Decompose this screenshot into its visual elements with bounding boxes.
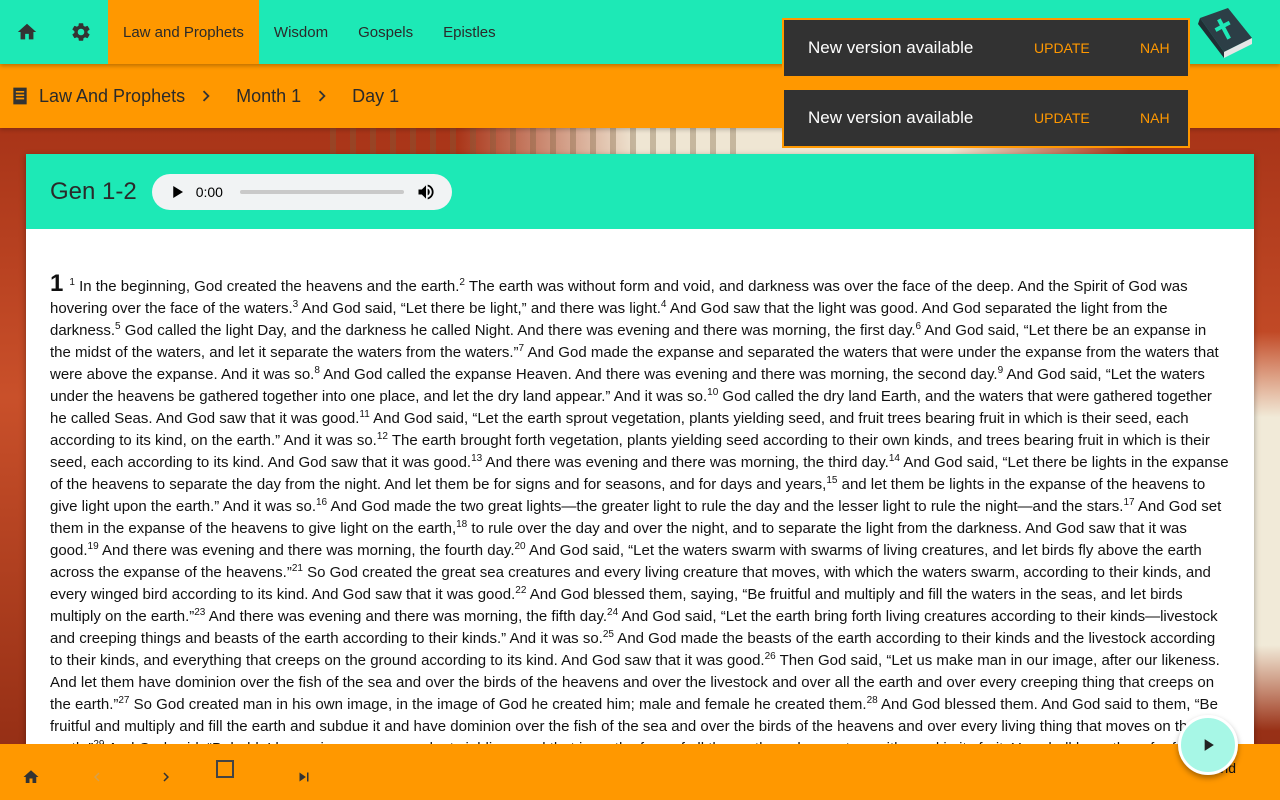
verse-number: 17 [1123, 497, 1135, 508]
verse-number: 13 [471, 453, 483, 464]
verse-text: And God said, “Let there be light,” and … [298, 300, 661, 317]
bottom-bar: and [0, 744, 1280, 800]
update-snackbar: New version available UPDATE NAH [782, 88, 1190, 148]
chevron-left-icon[interactable] [85, 765, 109, 789]
card-header: Gen 1-2 0:00 [26, 154, 1254, 229]
verse-text: So God created man in his own image, in … [129, 696, 867, 713]
update-button[interactable]: UPDATE [1034, 40, 1116, 56]
tab-law-and-prophets[interactable]: Law and Prophets [108, 0, 259, 64]
verse-number: 27 [118, 695, 130, 706]
verse-number: 16 [316, 497, 328, 508]
chevron-right-icon [311, 85, 333, 107]
chevron-right-icon[interactable] [154, 765, 178, 789]
play-icon[interactable] [168, 183, 186, 201]
verse-number: 21 [291, 563, 303, 574]
dismiss-button[interactable]: NAH [1140, 40, 1170, 56]
verse-number: 18 [456, 519, 468, 530]
breadcrumb-month[interactable]: Month 1 [236, 86, 301, 107]
breadcrumb-day[interactable]: Day 1 [352, 86, 399, 107]
tab-epistles[interactable]: Epistles [428, 0, 511, 64]
verse-number: 11 [359, 409, 370, 420]
verse-number: 22 [515, 585, 527, 596]
verse-text: And there was evening and there was morn… [98, 542, 515, 559]
dismiss-button[interactable]: NAH [1140, 110, 1170, 126]
play-icon [1204, 739, 1214, 751]
audio-seek-slider[interactable] [239, 189, 404, 194]
verse-number: 25 [602, 629, 614, 640]
play-fab-button[interactable] [1178, 715, 1238, 775]
verse-number: 12 [376, 431, 388, 442]
reading-card: Gen 1-2 0:00 11 In the beginning, God cr… [26, 154, 1254, 800]
passage-text: 11 In the beginning, God created the hea… [26, 229, 1254, 760]
verse-text: God called the light Day, and the darkne… [120, 322, 916, 339]
mark-read-checkbox[interactable] [216, 760, 234, 778]
verse-text: And God called the expanse Heaven. And t… [319, 366, 998, 383]
audio-player: 0:00 [151, 173, 452, 210]
verse-number: 28 [866, 695, 878, 706]
verse-number: 26 [764, 651, 776, 662]
chapter-number: 1 [50, 270, 64, 297]
verse-text: And there was evening and there was morn… [205, 608, 608, 625]
snackbar-message: New version available [808, 108, 974, 127]
passage-title: Gen 1-2 [50, 177, 137, 205]
tab-wisdom[interactable]: Wisdom [259, 0, 343, 64]
verse-number: 14 [888, 453, 900, 464]
home-icon[interactable] [0, 0, 54, 64]
skip-next-icon[interactable] [292, 765, 316, 789]
verse-number: 15 [826, 475, 838, 486]
chevron-right-icon [195, 85, 217, 107]
book-icon [10, 86, 30, 106]
volume-icon[interactable] [416, 182, 436, 202]
verse-text: And God made the two great lights—the gr… [327, 498, 1124, 515]
verse-text: In the beginning, God created the heaven… [74, 278, 460, 295]
verse-number: 23 [194, 607, 206, 618]
verse-number: 19 [87, 541, 99, 552]
audio-time: 0:00 [195, 183, 223, 200]
snackbar-message: New version available [808, 38, 974, 57]
home-icon[interactable] [19, 765, 43, 789]
verse-number: 24 [607, 607, 619, 618]
tab-gospels[interactable]: Gospels [343, 0, 428, 64]
update-snackbar: New version available UPDATE NAH [782, 18, 1190, 78]
verse-text: And there was evening and there was morn… [482, 454, 889, 471]
settings-icon[interactable] [54, 0, 108, 64]
bible-logo-icon [1192, 4, 1256, 62]
update-button[interactable]: UPDATE [1034, 110, 1116, 126]
verse-number: 10 [707, 387, 719, 398]
verse-number: 20 [514, 541, 526, 552]
breadcrumb-law-and-prophets[interactable]: Law And Prophets [39, 86, 185, 107]
